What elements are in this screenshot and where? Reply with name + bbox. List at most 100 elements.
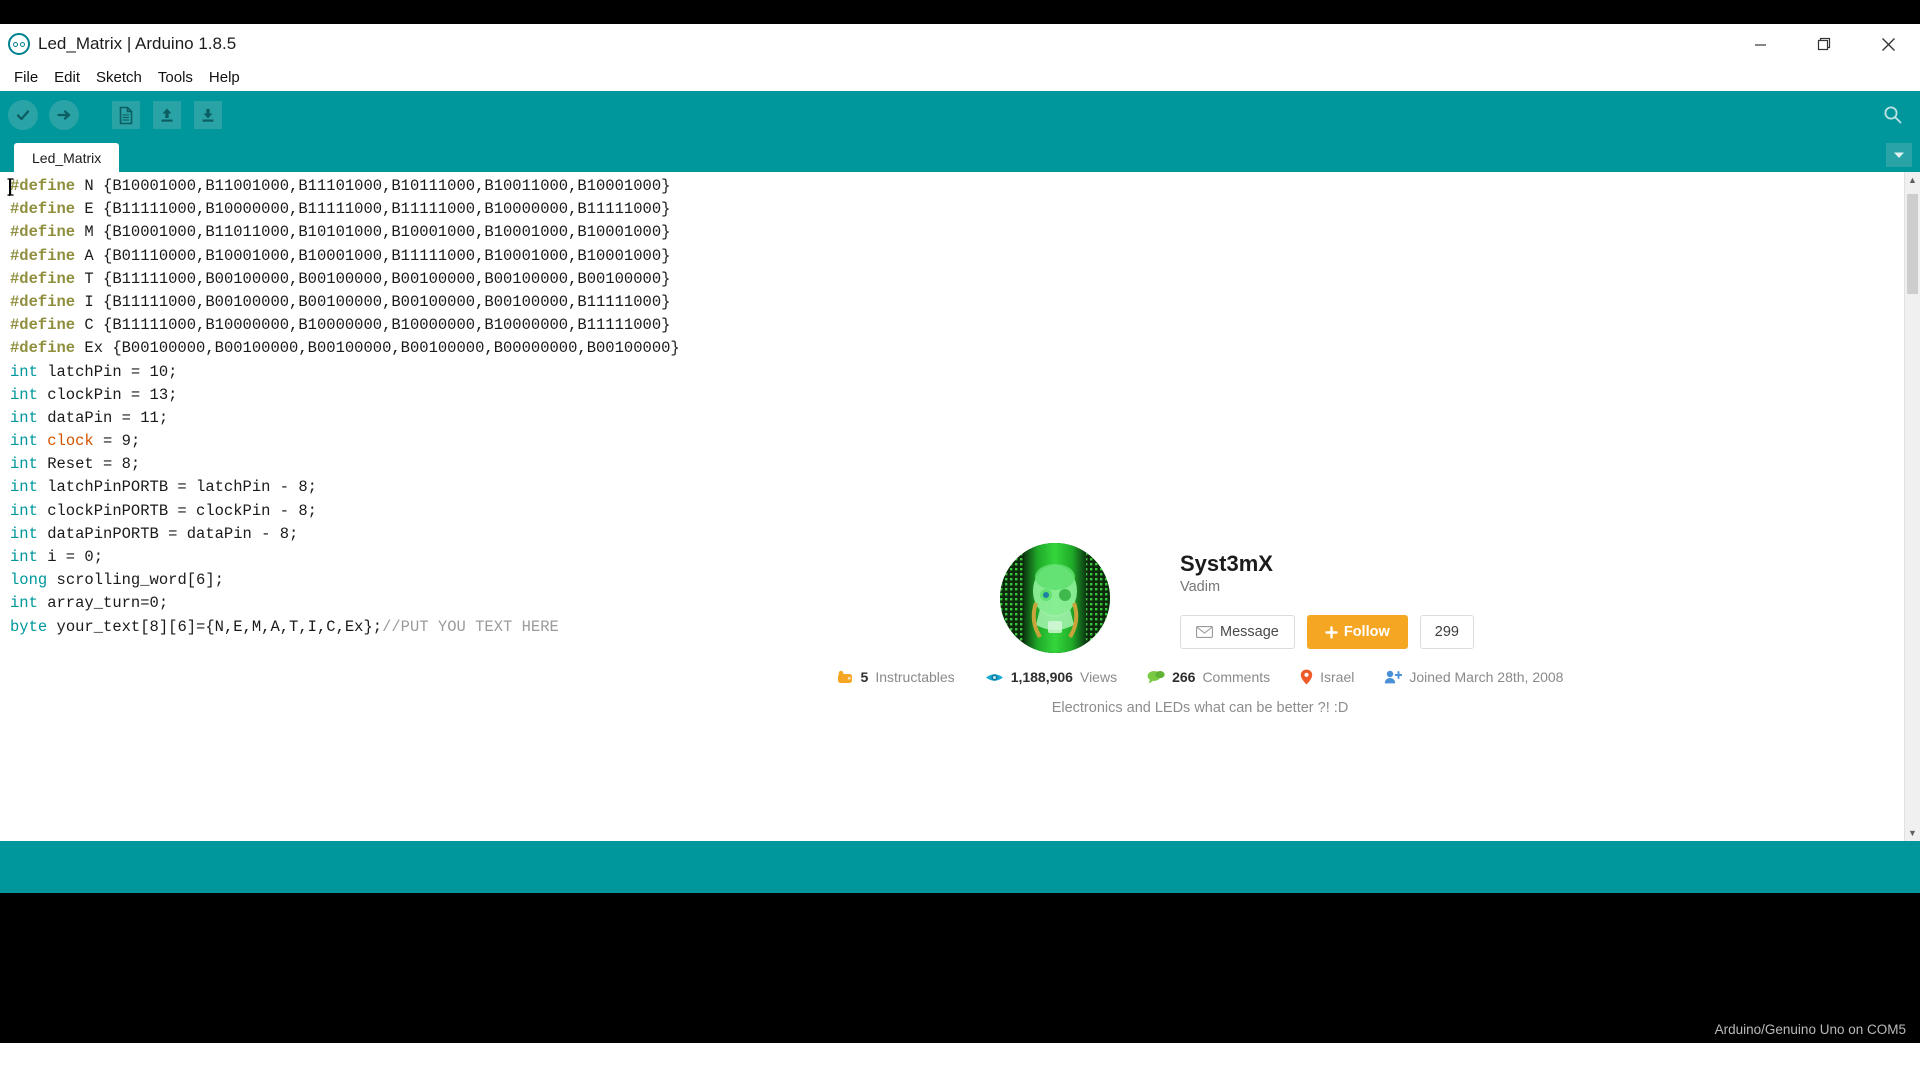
stat-views-label: Views — [1079, 669, 1118, 685]
code-token: A {B01110000,B10001000,B10001000,B111110… — [84, 246, 671, 265]
verify-button[interactable] — [6, 98, 40, 132]
editor-vertical-scrollbar[interactable]: ▲ ▼ — [1904, 172, 1920, 841]
console-output[interactable]: Arduino/Genuino Uno on COM5 — [0, 893, 1920, 1043]
menu-bar: File Edit Sketch Tools Help — [0, 64, 1920, 91]
new-sketch-button[interactable] — [109, 98, 143, 132]
eye-icon — [985, 673, 1003, 681]
magnifier-icon — [1884, 106, 1902, 124]
profile-card-overlay: Syst3mX Vadim Message Follow 299 5 Instr… — [830, 525, 1570, 735]
envelope-icon — [1196, 626, 1213, 639]
stat-comments-label: Comments — [1202, 669, 1271, 685]
code-line: int clock = 9; — [10, 430, 1920, 453]
menu-item-tools[interactable]: Tools — [150, 67, 201, 88]
stat-instructables[interactable]: 5 Instructables — [837, 669, 955, 685]
tab-label: Led_Matrix — [32, 149, 102, 166]
code-token: long — [10, 571, 48, 590]
stat-joined[interactable]: Joined March 28th, 2008 — [1384, 669, 1563, 685]
close-button[interactable] — [1856, 24, 1920, 64]
code-token: int — [10, 501, 38, 520]
code-line: #define A {B01110000,B10001000,B10001000… — [10, 245, 1920, 268]
code-line: #define E {B11111000,B10000000,B11111000… — [10, 198, 1920, 221]
avatar[interactable] — [1000, 543, 1110, 653]
gas-mask-avatar-icon — [1000, 543, 1110, 653]
tab-menu-button[interactable] — [1886, 143, 1912, 167]
maximize-button[interactable] — [1792, 24, 1856, 64]
toolbar — [0, 91, 1920, 139]
code-editor[interactable]: #define N {B10001000,B11001000,B11101000… — [0, 172, 1920, 841]
follow-button[interactable]: Follow — [1306, 615, 1408, 650]
instructables-robot-icon — [837, 670, 852, 683]
code-token: array_turn=0; — [37, 594, 169, 613]
code-token: int — [10, 408, 38, 427]
title-bar: Led_Matrix | Arduino 1.8.5 — [0, 24, 1920, 64]
stat-instructables-label: Instructables — [875, 669, 955, 685]
code-token: Ex {B00100000,B00100000,B00100000,B00100… — [84, 339, 680, 358]
stat-instructables-value: 5 — [860, 669, 869, 685]
arrow-up-icon — [153, 101, 181, 129]
code-token: #define — [10, 339, 85, 358]
code-token: E {B11111000,B10000000,B11111000,B111110… — [84, 200, 671, 219]
code-token: latchPin = 10; — [37, 362, 178, 381]
close-icon — [1881, 37, 1895, 51]
scrollbar-thumb[interactable] — [1907, 194, 1918, 294]
window-controls — [1728, 24, 1920, 64]
message-button[interactable]: Message — [1180, 615, 1295, 650]
code-line: int latchPinPORTB = latchPin - 8; — [10, 476, 1920, 499]
stat-views[interactable]: 1,188,906 Views — [985, 669, 1117, 685]
serial-monitor-button[interactable] — [1876, 98, 1910, 132]
minimize-button[interactable] — [1728, 24, 1792, 64]
code-line: int latchPin = 10; — [10, 361, 1920, 384]
code-token: your_text[8][6]={N,E,M,A,T,I,C,Ex}; — [47, 617, 383, 636]
code-line: #define M {B10001000,B11011000,B10101000… — [10, 221, 1920, 244]
tab-led-matrix[interactable]: Led_Matrix — [14, 143, 120, 172]
arrow-down-icon — [194, 101, 222, 129]
menu-item-sketch[interactable]: Sketch — [88, 67, 150, 88]
code-token: clock — [47, 432, 94, 451]
code-token: dataPinPORTB = dataPin - 8; — [37, 524, 299, 543]
code-token: scrolling_word[6]; — [47, 571, 224, 590]
menu-item-help[interactable]: Help — [201, 67, 248, 88]
stat-joined-label: Joined March 28th, 2008 — [1409, 669, 1564, 685]
profile-bio: Electronics and LEDs what can be better … — [1051, 700, 1349, 716]
code-token: int — [10, 524, 38, 543]
menu-item-file[interactable]: File — [6, 67, 46, 88]
code-token: #define — [10, 316, 85, 335]
profile-stats: 5 Instructables 1,188,906 Views 266 Comm… — [830, 669, 1570, 685]
minimize-icon — [1754, 43, 1766, 46]
stat-comments-value: 266 — [1172, 669, 1196, 685]
code-line: #define C {B11111000,B10000000,B10000000… — [10, 314, 1920, 337]
plus-icon — [1325, 626, 1338, 639]
scroll-down-arrow-icon[interactable]: ▼ — [1905, 825, 1920, 841]
stat-comments[interactable]: 266 Comments — [1147, 669, 1270, 685]
code-token: #define — [10, 269, 85, 288]
code-token: int — [10, 432, 38, 451]
arduino-infinity-icon — [8, 33, 30, 55]
code-token: C {B11111000,B10000000,B10000000,B100000… — [84, 316, 671, 335]
stat-location[interactable]: Israel — [1300, 669, 1354, 685]
scroll-up-arrow-icon[interactable]: ▲ — [1905, 172, 1920, 188]
code-token: #define — [10, 177, 85, 195]
open-sketch-button[interactable] — [150, 98, 184, 132]
profile-info: Syst3mX Vadim Message Follow 299 — [1180, 543, 1474, 650]
code-token: Reset = 8; — [37, 455, 141, 474]
code-token: int — [10, 455, 38, 474]
code-line: #define Ex {B00100000,B00100000,B0010000… — [10, 337, 1920, 360]
follow-button-label: Follow — [1343, 624, 1390, 641]
code-token: //PUT YOU TEXT HERE — [382, 617, 559, 636]
upload-button[interactable] — [47, 98, 81, 132]
code-token: int — [10, 548, 38, 566]
board-status-label: Arduino/Genuino Uno on COM5 — [1714, 1022, 1906, 1037]
stat-views-value: 1,188,906 — [1010, 669, 1073, 685]
code-line: #define I {B11111000,B00100000,B00100000… — [10, 291, 1920, 314]
save-sketch-button[interactable] — [191, 98, 225, 132]
follower-count-button[interactable]: 299 — [1419, 615, 1474, 650]
code-token: int — [10, 594, 38, 613]
code-token: = 9; — [93, 432, 141, 451]
code-line: int Reset = 8; — [10, 453, 1920, 476]
code-token: latchPinPORTB = latchPin - 8; — [37, 478, 317, 497]
profile-username: Syst3mX — [1180, 551, 1273, 576]
code-token: N {B10001000,B11001000,B11101000,B101110… — [84, 177, 671, 195]
menu-item-edit[interactable]: Edit — [46, 67, 88, 88]
profile-header: Syst3mX Vadim Message Follow 299 — [830, 525, 1570, 653]
code-token: I {B11111000,B00100000,B00100000,B001000… — [84, 292, 671, 311]
